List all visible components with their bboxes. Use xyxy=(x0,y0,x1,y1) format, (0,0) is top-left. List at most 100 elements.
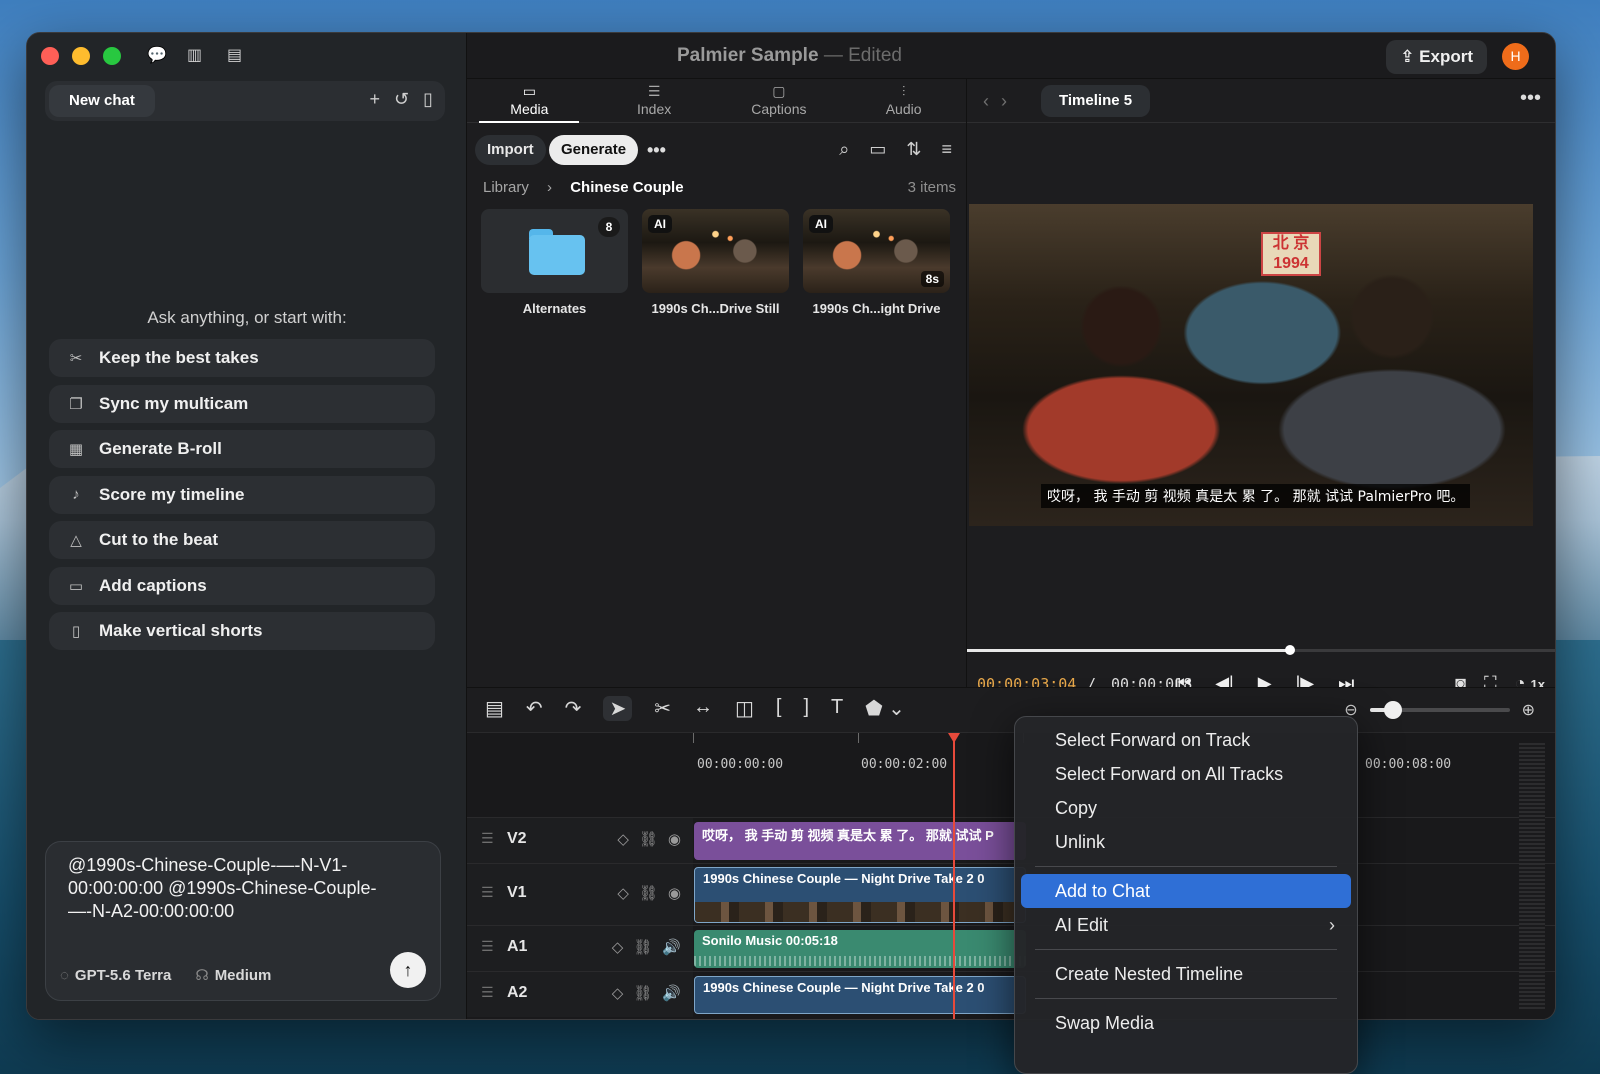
suggestion-keep-best-takes[interactable]: ✂ Keep the best takes xyxy=(49,339,435,377)
tab-captions[interactable]: ▢ Captions xyxy=(717,79,842,122)
suggestion-score-timeline[interactable]: ♪ Score my timeline xyxy=(49,475,435,514)
menu-unlink[interactable]: Unlink xyxy=(1021,825,1351,859)
minimize-window-button[interactable] xyxy=(72,47,90,65)
caption-clip[interactable]: 哎呀， 我 手动 剪 视频 真是太 累 了。 那就 试试 P xyxy=(694,822,1026,860)
notebook-icon[interactable]: ▯ xyxy=(423,89,433,110)
keyframe-icon[interactable]: ◇ xyxy=(612,984,624,1002)
keyframe-icon[interactable]: ◇ xyxy=(617,884,629,902)
close-window-button[interactable] xyxy=(41,47,59,65)
link-icon[interactable]: ⛓ xyxy=(633,938,652,956)
media-item-drive-still[interactable]: AI 1990s Ch...Drive Still xyxy=(642,209,789,316)
drag-handle-icon[interactable]: ☰ xyxy=(481,938,494,955)
filter-icon[interactable]: ≡ xyxy=(941,139,952,160)
sidebar-left-icon[interactable]: ▥ xyxy=(187,45,209,65)
suggestion-generate-broll[interactable]: ▦ Generate B-roll xyxy=(49,430,435,468)
chat-bubble-icon[interactable]: 💬 xyxy=(147,45,169,65)
drag-handle-icon[interactable]: ☰ xyxy=(481,884,494,901)
zoom-handle[interactable] xyxy=(1384,701,1403,719)
sidebar-right-icon[interactable]: ▤ xyxy=(227,45,249,65)
drag-handle-icon[interactable]: ☰ xyxy=(481,830,494,847)
context-menu: Select Forward on Track Select Forward o… xyxy=(1014,716,1358,1074)
eye-icon[interactable]: ◉ xyxy=(668,884,681,902)
more-icon[interactable]: ••• xyxy=(1520,87,1541,110)
model-selector[interactable]: ◌ GPT-5.6 Terra xyxy=(60,967,171,984)
audio-clip[interactable]: 1990s Chinese Couple — Night Drive Take … xyxy=(694,976,1026,1014)
suggestion-cut-to-beat[interactable]: △ Cut to the beat xyxy=(49,521,435,559)
tab-label: Index xyxy=(637,101,672,117)
text-tool-icon[interactable]: T xyxy=(831,696,843,721)
back-arrow-icon[interactable]: ‹ xyxy=(983,91,1001,111)
film-strip-icon[interactable]: ▤ xyxy=(485,696,504,721)
media-item-alternates[interactable]: 8 Alternates xyxy=(481,209,628,316)
media-item-night-drive[interactable]: AI 8s 1990s Ch...ight Drive xyxy=(803,209,950,316)
menu-ai-edit[interactable]: AI Edit › xyxy=(1021,908,1351,942)
new-chat-tab[interactable]: New chat xyxy=(49,85,155,117)
menu-divider xyxy=(1035,949,1337,950)
track-a1: ☰ A1 ◇ ⛓ 🔊 Sonilo Music 00:05:18 xyxy=(467,925,1555,971)
send-button[interactable]: ↑ xyxy=(390,952,426,988)
folder-icon xyxy=(529,229,585,275)
video-preview[interactable]: 北 京 1994 哎呀， 我 手动 剪 视频 真是太 累 了。 那就 试试 Pal… xyxy=(969,204,1533,526)
tab-audio[interactable]: ⫶ Audio xyxy=(841,79,966,122)
menu-select-forward-track[interactable]: Select Forward on Track xyxy=(1021,723,1351,757)
speaker-icon[interactable]: 🔊 xyxy=(662,938,681,956)
menu-copy[interactable]: Copy xyxy=(1021,791,1351,825)
import-button[interactable]: Import xyxy=(475,135,546,165)
link-icon[interactable]: ⛓ xyxy=(633,984,652,1002)
tab-media[interactable]: ▭ Media xyxy=(467,79,592,123)
zoom-slider[interactable] xyxy=(1369,701,1510,719)
blade-tool-icon[interactable]: ✂ xyxy=(654,696,671,721)
avatar[interactable]: H xyxy=(1502,43,1529,70)
select-tool-icon[interactable]: ➤ xyxy=(603,696,633,721)
mark-out-icon[interactable]: ] xyxy=(803,696,809,721)
scrub-handle[interactable] xyxy=(1285,645,1296,655)
playhead[interactable] xyxy=(948,733,960,1019)
chevron-right-icon: › xyxy=(1329,915,1335,935)
composer-input[interactable]: @1990s-Chinese-Couple-—-N-V1-00:00:00:00… xyxy=(68,854,398,923)
suggestion-add-captions[interactable]: ▭ Add captions xyxy=(49,566,435,605)
suggestion-vertical-shorts[interactable]: ▯ Make vertical shorts xyxy=(49,612,435,650)
scrub-bar[interactable] xyxy=(967,645,1555,655)
effort-label: Medium xyxy=(214,967,272,984)
more-button[interactable]: ••• xyxy=(635,135,678,165)
keyframe-icon[interactable]: ◇ xyxy=(617,830,629,848)
redo-icon[interactable]: ↷ xyxy=(565,696,582,721)
plus-icon[interactable]: + xyxy=(369,89,380,110)
search-icon[interactable]: ⌕ xyxy=(839,139,849,160)
link-icon[interactable]: ⛓ xyxy=(639,884,658,902)
menu-create-nested[interactable]: Create Nested Timeline xyxy=(1021,957,1351,991)
undo-icon[interactable]: ↶ xyxy=(526,696,543,721)
ruler-label: 00:00:00:00 xyxy=(697,757,784,772)
zoom-in-icon[interactable]: ⊕ xyxy=(1522,700,1535,720)
marker-icon[interactable]: ⬟ ⌄ xyxy=(865,696,905,721)
breadcrumb-library[interactable]: Library xyxy=(483,179,529,196)
menu-swap-media[interactable]: Swap Media xyxy=(1021,1006,1351,1040)
menu-select-forward-all[interactable]: Select Forward on All Tracks xyxy=(1021,757,1351,791)
keyframe-icon[interactable]: ◇ xyxy=(612,938,624,956)
history-icon[interactable]: ↺ xyxy=(394,89,409,110)
split-icon[interactable]: ◫ xyxy=(735,696,754,721)
timeline-tab[interactable]: Timeline 5 xyxy=(1041,85,1151,117)
suggestion-sync-multicam[interactable]: ❐ Sync my multicam xyxy=(49,384,435,423)
zoom-window-button[interactable] xyxy=(103,47,121,65)
export-button[interactable]: ⇪ Export xyxy=(1386,40,1487,74)
tab-index[interactable]: ☰ Index xyxy=(592,79,717,122)
generate-button[interactable]: Generate xyxy=(549,135,639,165)
speaker-icon[interactable]: 🔊 xyxy=(662,984,681,1002)
sort-icon[interactable]: ⇅ xyxy=(906,139,921,160)
image-thumbnail: AI xyxy=(642,209,789,293)
mark-in-icon[interactable]: [ xyxy=(776,696,782,721)
menu-add-to-chat[interactable]: Add to Chat xyxy=(1021,874,1351,908)
forward-arrow-icon[interactable]: › xyxy=(1001,91,1019,111)
chat-composer[interactable]: @1990s-Chinese-Couple-—-N-V1-00:00:00:00… xyxy=(45,841,441,1001)
folder-thumbnail: 8 xyxy=(481,209,628,293)
ask-prompt: Ask anything, or start with: xyxy=(147,308,347,327)
video-clip[interactable]: 1990s Chinese Couple — Night Drive Take … xyxy=(694,867,1026,923)
new-folder-icon[interactable]: ▭ xyxy=(869,139,886,160)
slip-tool-icon[interactable]: ↔ xyxy=(693,696,713,721)
eye-icon[interactable]: ◉ xyxy=(668,830,681,848)
audio-clip[interactable]: Sonilo Music 00:05:18 xyxy=(694,930,1026,968)
effort-selector[interactable]: ☊ Medium xyxy=(195,966,271,984)
link-icon[interactable]: ⛓ xyxy=(639,830,658,848)
drag-handle-icon[interactable]: ☰ xyxy=(481,984,494,1001)
